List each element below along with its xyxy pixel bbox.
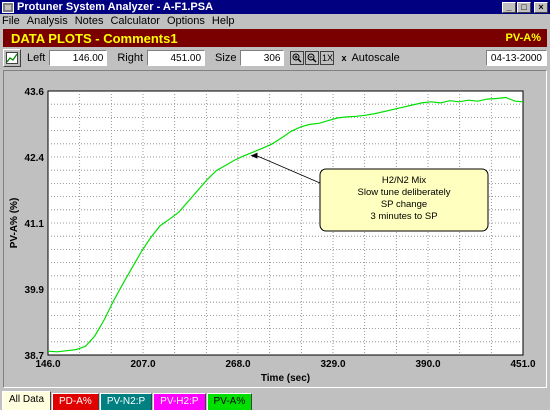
- zoom-1x-button[interactable]: 1X: [320, 51, 335, 65]
- chart-toggle-button[interactable]: [3, 49, 21, 67]
- x-axis-label: Time (sec): [261, 373, 310, 384]
- y-tick-label: 38.7: [25, 351, 45, 362]
- zoom-in-icon: [292, 53, 302, 63]
- right-input[interactable]: 451.00: [147, 50, 206, 66]
- tab-pv-n2[interactable]: PV-N2:P: [99, 393, 153, 410]
- date-field: 04-13-2000: [485, 50, 547, 66]
- menu-calculator[interactable]: Calculator: [110, 15, 160, 27]
- zoom-out-button[interactable]: [305, 51, 320, 65]
- menu-help[interactable]: Help: [212, 15, 235, 27]
- maximize-button[interactable]: □: [517, 1, 531, 13]
- y-tick-label: 43.6: [25, 87, 45, 98]
- x-tick-label: 390.0: [415, 359, 440, 370]
- annotation-text: SP change: [381, 199, 427, 210]
- autoscale-checkbox[interactable]: x: [339, 53, 348, 63]
- autoscale-label: Autoscale: [351, 52, 400, 64]
- line-chart[interactable]: 146.0 207.0 268.0 329.0 390.0 451.038.739.941…: [4, 71, 546, 387]
- y-axis-label: PV-A% (%): [9, 198, 20, 249]
- plot-toolbar: Left 146.00 Right 451.00 Size 306 1X x A…: [3, 48, 547, 68]
- menu-file[interactable]: File: [2, 15, 20, 27]
- plot-title: DATA PLOTS - Comments1: [11, 30, 178, 46]
- menu-analysis[interactable]: Analysis: [27, 15, 68, 27]
- annotation-text: Slow tune deliberately: [358, 187, 451, 198]
- size-label: Size: [215, 52, 237, 64]
- left-label: Left: [27, 52, 46, 64]
- annotation-text: 3 minutes to SP: [370, 211, 437, 222]
- y-tick-label: 42.4: [25, 153, 45, 164]
- x-tick-label: 268.0: [225, 359, 250, 370]
- plot-panel: 146.0 207.0 268.0 329.0 390.0 451.0 38.7 39.9 41…: [3, 70, 547, 388]
- zoom-out-icon: [307, 53, 317, 63]
- tab-all-data[interactable]: All Data: [2, 391, 52, 410]
- x-tick-label: 451.0: [510, 359, 535, 370]
- annotation-text: H2/N2 Mix: [382, 175, 427, 186]
- y-tick-label: 39.9: [25, 285, 45, 296]
- data-plots-header: DATA PLOTS - Comments1 PV-A%: [3, 29, 547, 47]
- right-label: Right: [117, 52, 144, 64]
- left-input[interactable]: 146.00: [49, 50, 108, 66]
- size-input[interactable]: 306: [240, 50, 285, 66]
- app-icon[interactable]: [2, 1, 14, 13]
- menu-options[interactable]: Options: [167, 15, 205, 27]
- x-tick-label: 207.0: [130, 359, 155, 370]
- y-tick-label: 41.1: [25, 219, 45, 230]
- window-title: Protuner System Analyzer - A-F1.PSA: [17, 1, 214, 13]
- close-button[interactable]: ×: [534, 1, 548, 13]
- tab-pv-h2[interactable]: PV-H2:P: [153, 393, 206, 410]
- zoom-in-button[interactable]: [290, 51, 305, 65]
- x-tick-label: 329.0: [320, 359, 345, 370]
- title-bar: Protuner System Analyzer - A-F1.PSA _ □ …: [0, 0, 550, 14]
- tab-pd-a[interactable]: PD-A%: [52, 393, 99, 410]
- chart-icon: [6, 52, 18, 64]
- series-tabs: All Data PD-A% PV-N2:P PV-H2:P PV-A%: [0, 390, 550, 410]
- tab-pv-a[interactable]: PV-A%: [206, 393, 253, 410]
- active-tag-label: PV-A%: [505, 32, 541, 44]
- menu-bar: File Analysis Notes Calculator Options H…: [0, 14, 550, 28]
- minimize-button[interactable]: _: [502, 1, 516, 13]
- menu-notes[interactable]: Notes: [75, 15, 104, 27]
